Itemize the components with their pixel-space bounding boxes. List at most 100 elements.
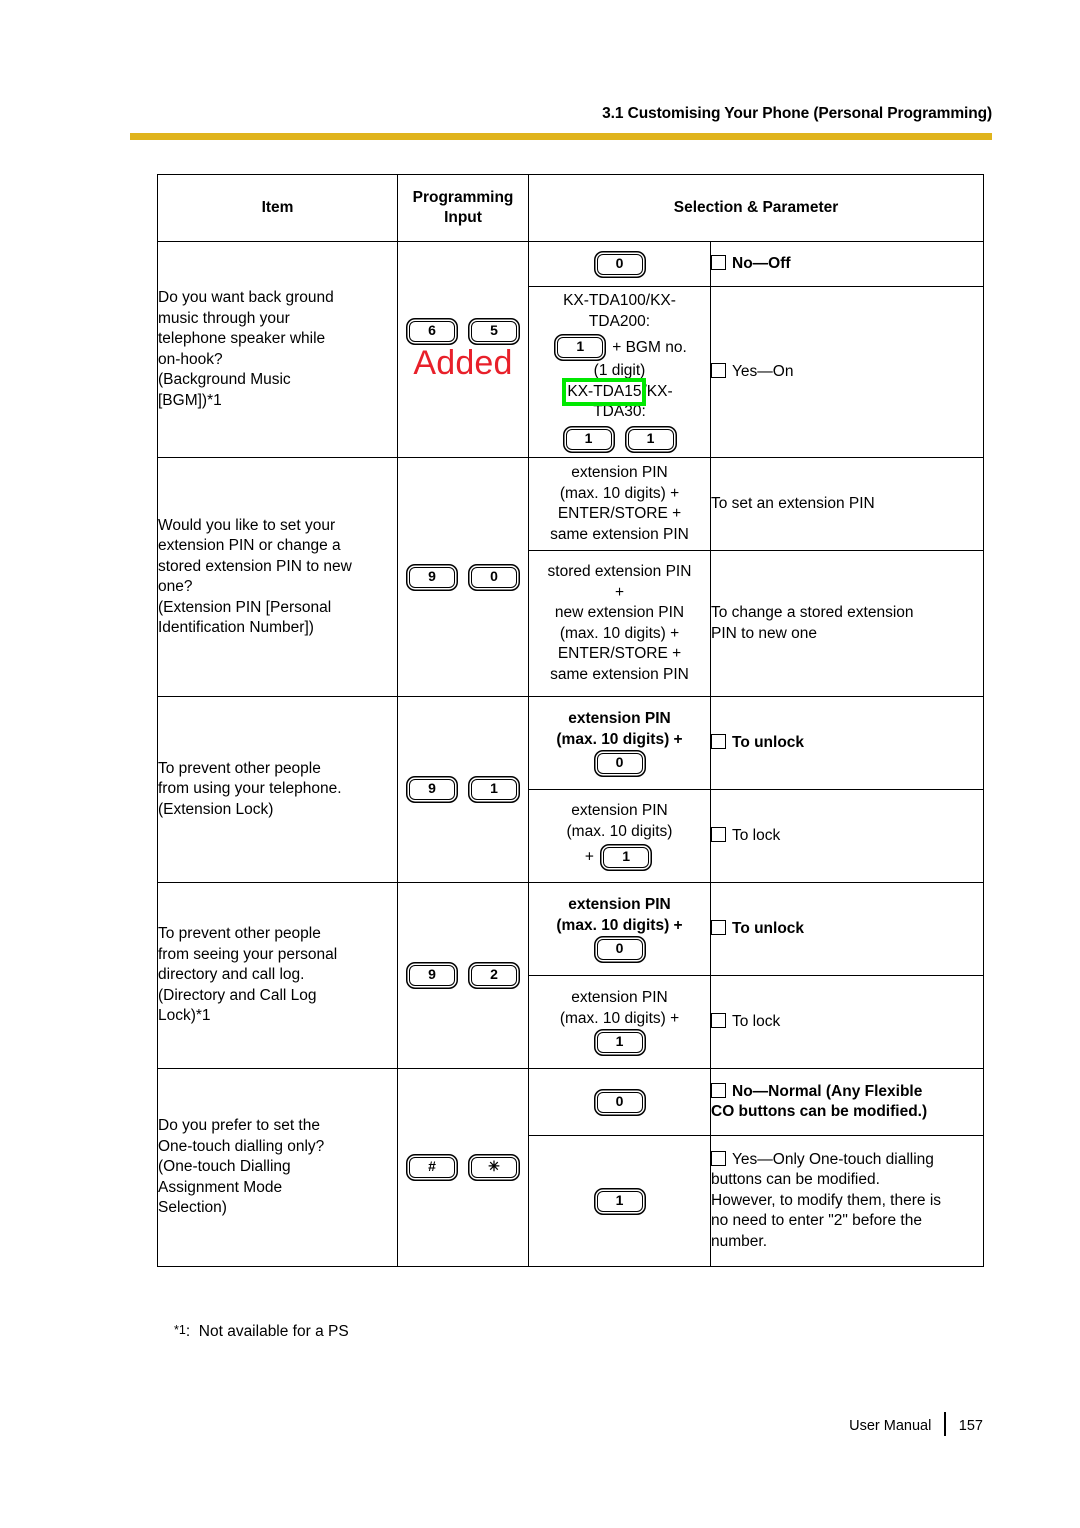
selection-line: TDA200: xyxy=(588,312,651,330)
selection-cell-set-pin: extension PIN (max. 10 digits) + ENTER/S… xyxy=(528,457,711,551)
programming-table: Item Programming Input Selection & Param… xyxy=(157,174,985,1267)
selection-cell-one-touch-no: 0 xyxy=(528,1068,711,1136)
header-rule xyxy=(130,133,992,140)
row-programming-input-one-touch: # ✳ xyxy=(397,1068,529,1267)
phone-key[interactable]: 1 xyxy=(471,779,517,800)
item-line: one? xyxy=(158,578,193,595)
checkbox-icon[interactable] xyxy=(711,254,726,270)
selection-cell-lock-ext: extension PIN (max. 10 digits) + 1 xyxy=(528,789,711,883)
parameter-line: No—Normal (Any Flexible xyxy=(711,1082,983,1103)
parameter-label: To lock xyxy=(732,826,781,844)
selection-line: (max. 10 digits) + xyxy=(556,916,683,934)
phone-key[interactable]: 1 xyxy=(596,1190,643,1212)
row-programming-input-extension-pin: 90 xyxy=(397,457,529,697)
column-header-programming-line1: Programming xyxy=(412,188,514,206)
phone-key[interactable]: 1 xyxy=(557,337,604,359)
item-line: [BGM])*1 xyxy=(158,391,222,409)
selection-sub: (1 digit) xyxy=(593,362,646,380)
parameter-line: However, to modify them, there is xyxy=(711,1191,942,1209)
selection-cell-one-touch-yes: 1 xyxy=(528,1135,711,1267)
key-sequence: 65 xyxy=(398,318,528,345)
selection-line: new extension PIN xyxy=(554,604,685,621)
table-row: Would you like to set your extension PIN… xyxy=(157,457,985,697)
table-row: Do you want back ground music through yo… xyxy=(157,241,985,458)
item-line: telephone speaker while xyxy=(158,330,326,347)
selection-inline-suffix: + BGM no. xyxy=(612,338,687,356)
item-line: (One-touch Dialling xyxy=(158,1158,291,1176)
checkbox-icon[interactable] xyxy=(711,826,726,842)
key-sequence: 11 xyxy=(529,426,710,453)
phone-key[interactable]: 0 xyxy=(596,1091,643,1113)
phone-key[interactable]: 9 xyxy=(409,566,455,588)
item-line: Lock)*1 xyxy=(158,1007,211,1025)
item-line: from seeing your personal xyxy=(158,945,338,963)
row-programming-input-bgm: 65 Added xyxy=(397,241,529,458)
phone-key[interactable]: 5 xyxy=(471,321,517,342)
row-item-extension-pin: Would you like to set your extension PIN… xyxy=(157,457,398,697)
item-line: on-hook? xyxy=(158,350,223,368)
item-line: Selection) xyxy=(158,1199,227,1217)
selection-line: same extension PIN xyxy=(550,525,689,543)
selection-model-rest: /KX- xyxy=(642,382,673,400)
selection-cell-unlock-dir: extension PIN (max. 10 digits) + 0 xyxy=(528,882,711,976)
phone-key[interactable]: 1 xyxy=(565,428,612,450)
phone-key-hash[interactable]: # xyxy=(409,1157,455,1178)
selection-line: (max. 10 digits) + xyxy=(559,484,680,502)
phone-key[interactable]: 0 xyxy=(596,753,643,774)
parameter-line: Yes—Only One-touch dialling xyxy=(711,1150,983,1171)
item-line: Identification Number]) xyxy=(158,619,314,636)
page-header: 3.1 Customising Your Phone (Personal Pro… xyxy=(130,104,992,140)
parameter-label: To unlock xyxy=(732,733,805,751)
checkbox-icon[interactable] xyxy=(711,362,726,378)
column-header-item: Item xyxy=(157,174,398,242)
parameter-cell-bgm-no: No—Off xyxy=(709,241,985,287)
parameter-label: Yes—On xyxy=(732,362,794,380)
parameter-line: CO buttons can be modified.) xyxy=(711,1103,928,1120)
item-line: music through your xyxy=(158,309,290,327)
item-line: (Background Music xyxy=(158,371,291,388)
selection-key-wrap: 0 xyxy=(529,936,710,963)
checkbox-icon[interactable] xyxy=(711,1150,726,1166)
phone-key[interactable]: 2 xyxy=(471,965,517,986)
phone-key[interactable]: 1 xyxy=(603,847,650,868)
checkbox-icon[interactable] xyxy=(711,1012,726,1028)
row-item-extension-lock: To prevent other people from using your … xyxy=(157,696,398,883)
phone-key[interactable]: 1 xyxy=(627,428,674,450)
checkbox-icon[interactable] xyxy=(711,733,726,749)
selection-cell-lock-dir: extension PIN (max. 10 digits) + 1 xyxy=(528,975,711,1069)
phone-key[interactable]: 0 xyxy=(471,566,517,588)
item-line: To prevent other people xyxy=(158,925,321,943)
key-sequence: 92 xyxy=(398,962,528,989)
phone-key[interactable]: 1 xyxy=(596,1032,643,1053)
page-footer: User Manual 157 xyxy=(849,1412,983,1436)
page-title: 3.1 Customising Your Phone (Personal Pro… xyxy=(602,105,992,122)
selection-line: extension PIN xyxy=(568,896,671,913)
phone-key[interactable]: 9 xyxy=(409,779,455,800)
selection-line: ENTER/STORE + xyxy=(557,505,682,522)
selection-cell-bgm-no: 0 xyxy=(528,241,711,287)
table-row: To prevent other people from using your … xyxy=(157,696,985,883)
column-header-programming-input: Programming Input xyxy=(397,174,529,242)
selection-line: extension PIN xyxy=(571,802,668,819)
parameter-label: To lock xyxy=(732,1012,781,1030)
phone-key[interactable]: 9 xyxy=(409,965,455,986)
parameter-cell-lock-ext: To lock xyxy=(709,789,985,883)
key-sequence: 90 xyxy=(398,564,528,591)
footnote-mark: *1 xyxy=(174,1323,186,1337)
column-header-selection-parameter: Selection & Parameter xyxy=(527,174,985,242)
checkbox-icon[interactable] xyxy=(711,1082,726,1098)
parameter-cell-bgm-yes: Yes—On xyxy=(709,286,985,458)
item-line: Assignment Mode xyxy=(158,1178,283,1196)
checkbox-icon[interactable] xyxy=(711,919,726,935)
phone-key-asterisk[interactable]: ✳ xyxy=(471,1157,517,1178)
parameter-cell-one-touch-yes: Yes—Only One-touch dialling buttons can … xyxy=(709,1135,985,1267)
item-line: (Extension PIN [Personal xyxy=(158,598,332,616)
phone-key[interactable]: 6 xyxy=(409,321,455,342)
phone-key[interactable]: 0 xyxy=(596,253,643,275)
parameter-line: number. xyxy=(711,1232,768,1250)
selection-line: stored extension PIN xyxy=(547,563,692,580)
row-programming-input-directory-lock: 92 xyxy=(397,882,529,1069)
parameter-line: PIN to new one xyxy=(711,624,817,642)
parameter-cell-unlock-ext: To unlock xyxy=(709,696,985,790)
phone-key[interactable]: 0 xyxy=(596,939,643,960)
